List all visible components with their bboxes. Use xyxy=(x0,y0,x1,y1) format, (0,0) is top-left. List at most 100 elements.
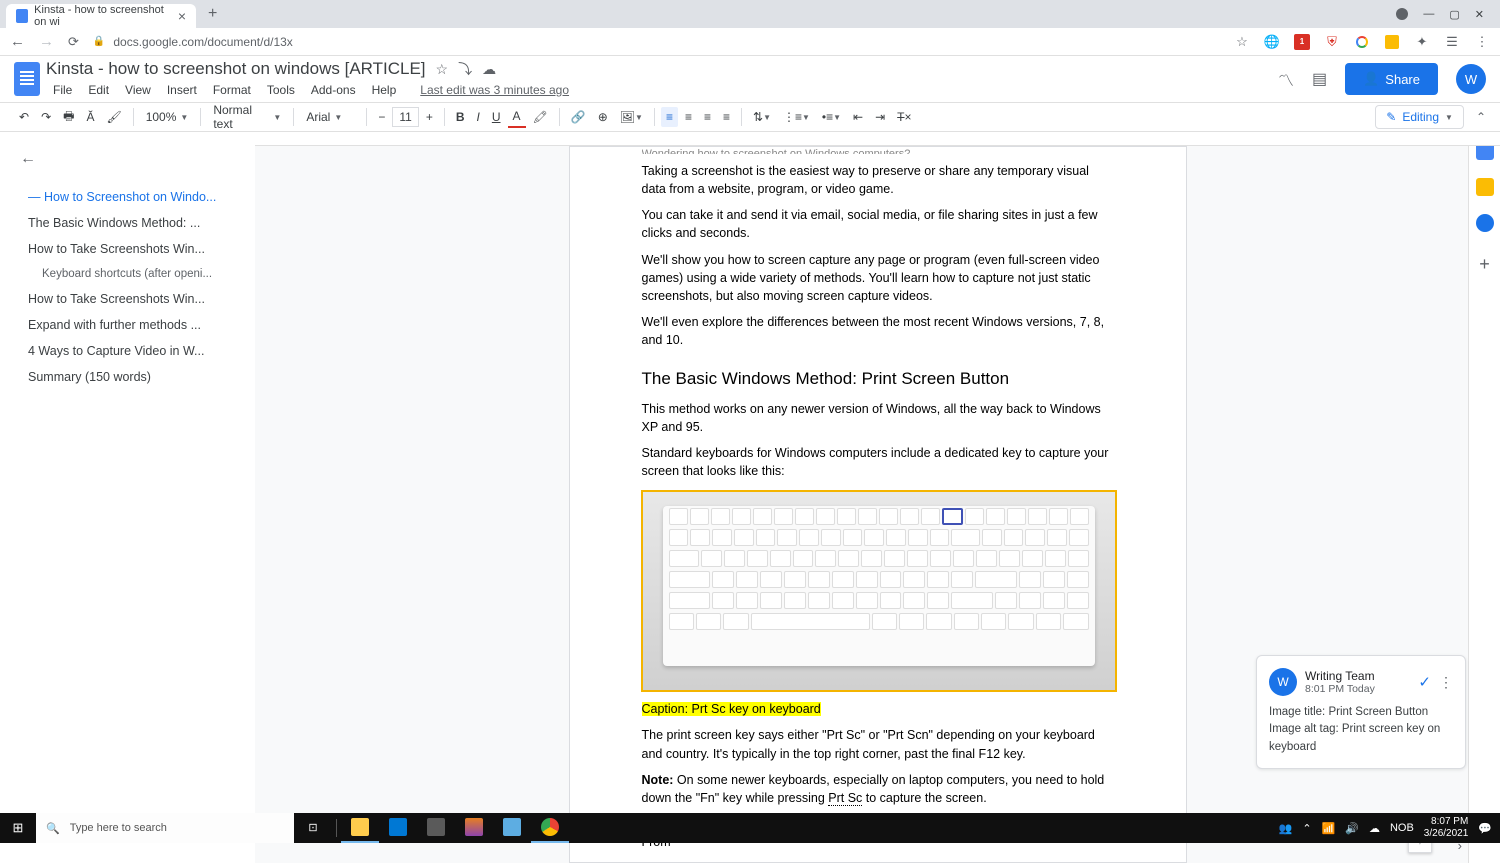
italic-button[interactable]: I xyxy=(472,107,485,127)
windows-search-box[interactable]: 🔍 Type here to search xyxy=(36,813,294,843)
highlight-button[interactable]: 🖍 xyxy=(528,107,553,127)
font-size-input[interactable]: 11 xyxy=(392,107,418,127)
paint-format-button[interactable]: 🖌 xyxy=(101,107,126,127)
add-addon-icon[interactable]: + xyxy=(1479,254,1490,275)
tray-notifications-icon[interactable]: 💬 xyxy=(1478,822,1492,835)
document-title[interactable]: Kinsta - how to screenshot on windows [A… xyxy=(46,59,426,79)
activity-icon[interactable]: 〽 xyxy=(1278,67,1294,91)
taskbar-notepad[interactable] xyxy=(493,813,531,843)
menu-addons[interactable]: Add-ons xyxy=(304,81,363,99)
comments-icon[interactable]: ▤ xyxy=(1312,69,1327,89)
tasks-icon[interactable] xyxy=(1476,214,1494,232)
decrease-indent-button[interactable]: ⇤ xyxy=(848,107,868,127)
close-window-icon[interactable]: ✕ xyxy=(1475,8,1484,21)
task-view-button[interactable]: ⊡ xyxy=(294,813,332,843)
horizontal-ruler[interactable] xyxy=(255,132,1500,146)
document-page[interactable]: Wondering how to screenshot on Windows c… xyxy=(569,146,1187,863)
tray-onedrive-icon[interactable]: ☁ xyxy=(1369,822,1380,835)
menu-format[interactable]: Format xyxy=(206,81,258,99)
chrome-menu-icon[interactable]: ⋮ xyxy=(1474,34,1490,50)
outline-item[interactable]: How to Take Screenshots Win... xyxy=(14,236,255,262)
menu-help[interactable]: Help xyxy=(365,81,404,99)
cloud-status-icon[interactable]: ☁ xyxy=(482,61,496,78)
maximize-icon[interactable]: ▢ xyxy=(1449,8,1459,21)
browser-tab[interactable]: Kinsta - how to screenshot on wi × xyxy=(6,4,196,28)
reading-list-icon[interactable]: ☰ xyxy=(1444,34,1460,50)
url-field[interactable]: 🔒 docs.google.com/document/d/13x xyxy=(93,35,1220,49)
add-comment-button[interactable]: ⊕ xyxy=(593,107,613,127)
tray-clock[interactable]: 8:07 PM 3/26/2021 xyxy=(1424,816,1469,840)
taskbar-paint[interactable] xyxy=(455,813,493,843)
outline-item[interactable]: Summary (150 words) xyxy=(14,364,255,390)
new-tab-button[interactable]: + xyxy=(208,5,217,23)
menu-view[interactable]: View xyxy=(118,81,158,99)
document-canvas[interactable]: Wondering how to screenshot on Windows c… xyxy=(255,132,1500,863)
clear-formatting-button[interactable]: T× xyxy=(892,107,916,127)
forward-button[interactable]: → xyxy=(39,33,54,50)
extension-shield-icon[interactable]: ⛨ xyxy=(1324,34,1340,50)
tray-chevron-icon[interactable]: ⌃ xyxy=(1302,822,1311,835)
bold-button[interactable]: B xyxy=(451,107,470,127)
extension-yellow-icon[interactable] xyxy=(1384,34,1400,50)
comment-menu-icon[interactable]: ⋮ xyxy=(1439,674,1453,691)
tray-wifi-icon[interactable]: 📶 xyxy=(1322,822,1336,835)
extension-colorwheel-icon[interactable] xyxy=(1354,34,1370,50)
extensions-puzzle-icon[interactable]: ✦ xyxy=(1414,34,1430,50)
collapse-toolbar-button[interactable]: ⌃ xyxy=(1476,110,1486,124)
editing-mode-button[interactable]: ✎ Editing ▼ xyxy=(1375,105,1464,129)
menu-file[interactable]: File xyxy=(46,81,79,99)
extension-adblock-icon[interactable]: 1 xyxy=(1294,34,1310,50)
menu-insert[interactable]: Insert xyxy=(160,81,204,99)
extension-globe-icon[interactable]: 🌐 xyxy=(1264,34,1280,50)
keep-icon[interactable] xyxy=(1476,178,1494,196)
numbered-list-button[interactable]: ⋮≡▼ xyxy=(778,107,815,127)
undo-button[interactable]: ↶ xyxy=(14,107,34,127)
redo-button[interactable]: ↷ xyxy=(36,107,56,127)
insert-link-button[interactable]: 🔗 xyxy=(566,107,591,127)
star-icon[interactable]: ☆ xyxy=(436,61,449,78)
insert-image-button[interactable]: 🖼▼ xyxy=(615,107,648,127)
text-color-button[interactable]: A xyxy=(508,106,526,128)
outline-item[interactable]: How to Take Screenshots Win... xyxy=(14,286,255,312)
outline-item[interactable]: Keyboard shortcuts (after openi... xyxy=(14,262,255,286)
chrome-profile-icon[interactable] xyxy=(1396,8,1408,20)
last-edit-link[interactable]: Last edit was 3 minutes ago xyxy=(413,81,576,99)
minimize-icon[interactable]: — xyxy=(1423,8,1434,21)
outline-item[interactable]: 4 Ways to Capture Video in W... xyxy=(14,338,255,364)
print-button[interactable]: 🖶 xyxy=(58,104,79,131)
start-button[interactable]: ⊞ xyxy=(0,813,36,843)
underline-button[interactable]: U xyxy=(487,107,506,127)
font-size-decrease[interactable]: − xyxy=(373,107,390,127)
font-select[interactable]: Arial▼ xyxy=(300,107,360,127)
outline-item[interactable]: The Basic Windows Method: ... xyxy=(14,210,255,236)
back-button[interactable]: ← xyxy=(10,33,25,50)
taskbar-chrome[interactable] xyxy=(531,813,569,843)
zoom-select[interactable]: 100%▼ xyxy=(140,107,195,127)
bulleted-list-button[interactable]: •≡▼ xyxy=(817,107,846,127)
menu-edit[interactable]: Edit xyxy=(81,81,116,99)
move-icon[interactable]: ⤵ xyxy=(458,59,472,79)
align-left-button[interactable]: ≡ xyxy=(661,107,678,127)
taskbar-mail[interactable] xyxy=(379,813,417,843)
star-bookmark-icon[interactable]: ☆ xyxy=(1234,34,1250,50)
outline-item[interactable]: Expand with further methods ... xyxy=(14,312,255,338)
line-spacing-button[interactable]: ⇅▼ xyxy=(748,107,776,127)
tray-meet-now-icon[interactable]: 👥 xyxy=(1279,822,1293,835)
reload-button[interactable]: ⟳ xyxy=(68,34,79,50)
align-center-button[interactable]: ≡ xyxy=(680,107,697,127)
outline-close-button[interactable]: ← xyxy=(14,144,255,174)
style-select[interactable]: Normal text▼ xyxy=(207,100,287,134)
docs-logo-icon[interactable] xyxy=(14,62,40,96)
outline-item[interactable]: —How to Screenshot on Windo... xyxy=(14,184,255,210)
user-avatar[interactable]: W xyxy=(1456,64,1486,94)
share-button[interactable]: 👤 Share xyxy=(1345,63,1438,95)
taskbar-explorer[interactable] xyxy=(341,813,379,843)
keyboard-image[interactable] xyxy=(641,490,1117,692)
align-right-button[interactable]: ≡ xyxy=(699,107,716,127)
increase-indent-button[interactable]: ⇥ xyxy=(870,107,890,127)
resolve-comment-button[interactable]: ✓ xyxy=(1418,673,1431,691)
font-size-increase[interactable]: + xyxy=(421,107,438,127)
tray-language[interactable]: NOB xyxy=(1390,822,1414,834)
close-tab-icon[interactable]: × xyxy=(178,8,186,24)
align-justify-button[interactable]: ≡ xyxy=(718,107,735,127)
